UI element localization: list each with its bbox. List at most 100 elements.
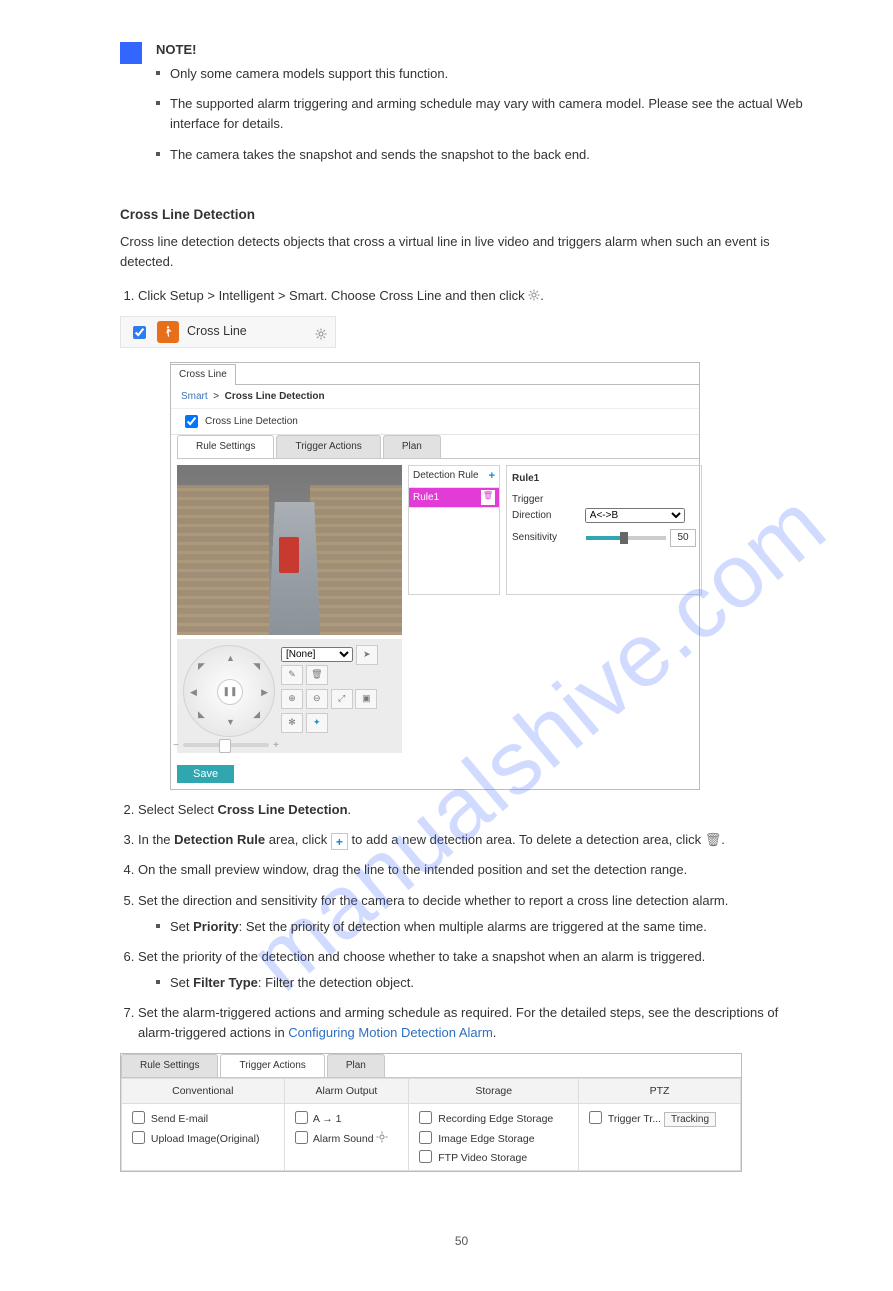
config-screenshot: manualshive.com Cross Line Smart > Cross… <box>170 362 700 790</box>
step-5: Set the direction and sensitivity for th… <box>138 891 803 937</box>
video-preview[interactable] <box>177 465 402 635</box>
step-2: Select Select Cross Line Detection. Sele… <box>138 800 803 820</box>
note-item: The camera takes the snapshot and sends … <box>156 145 803 165</box>
send-email-checkbox[interactable] <box>132 1111 145 1124</box>
delete-rule-icon[interactable]: 🗑 <box>481 490 495 506</box>
goto-preset-icon[interactable]: ➤ <box>356 645 378 665</box>
delete-preset-icon[interactable]: 🗑 <box>306 665 328 685</box>
add-icon: + <box>331 833 348 850</box>
ptz-up-icon[interactable]: ▲ <box>226 652 235 666</box>
preset-select[interactable]: [None] <box>281 647 353 662</box>
feature-enable-checkbox[interactable] <box>133 326 146 339</box>
upload-image-label: Upload Image(Original) <box>151 1133 260 1145</box>
step-3a-text: In the Detection Rule area, click <box>138 832 327 847</box>
rule-list-header: Detection Rule <box>413 468 479 485</box>
ptz-upleft-icon[interactable]: ◤ <box>198 660 205 674</box>
ptz-downright-icon[interactable]: ◢ <box>253 708 260 722</box>
trigger-actions-screenshot: Rule Settings Trigger Actions Plan Conve… <box>120 1053 742 1172</box>
note-item: The supported alarm triggering and armin… <box>156 94 803 134</box>
trigger-tracking-label: Trigger Tr... <box>608 1113 661 1125</box>
col-storage: Storage <box>409 1078 579 1103</box>
img-edge-checkbox[interactable] <box>419 1131 432 1144</box>
tab-trigger-actions[interactable]: Trigger Actions <box>276 435 380 458</box>
rule-settings: Rule1 Trigger Direction A<->B Sensitivit… <box>506 465 702 595</box>
step-1: Click Setup > Intelligent > Smart. Choos… <box>138 286 803 306</box>
note-list: Only some camera models support this fun… <box>156 64 803 165</box>
sensitivity-label: Sensitivity <box>512 530 582 546</box>
feature-strip: Cross Line <box>120 316 336 348</box>
step-3: In the Detection Rule area, click + to a… <box>138 830 803 851</box>
rule-item[interactable]: Rule1 🗑 <box>409 488 499 509</box>
upload-image-checkbox[interactable] <box>132 1131 145 1144</box>
enable-checkbox[interactable] <box>185 415 198 428</box>
alarm-a1-label: A → 1 <box>313 1113 342 1125</box>
step-list-continued: Select Select Cross Line Detection. Sele… <box>120 800 803 1044</box>
trigger-table: Conventional Alarm Output Storage PTZ Se… <box>121 1078 741 1171</box>
step-6b: Set Filter Type: Filter the detection ob… <box>156 973 803 993</box>
xref-link[interactable]: Configuring Motion Detection Alarm <box>288 1025 493 1040</box>
ptz-left-icon[interactable]: ◀ <box>190 686 197 700</box>
step-5a-text: Set the direction and sensitivity for th… <box>138 893 728 908</box>
ptz-dpad[interactable]: ▲ ▼ ◀ ▶ ◤ ◥ ◣ ◢ ❚❚ <box>183 645 275 737</box>
rec-edge-checkbox[interactable] <box>419 1111 432 1124</box>
alarm-sound-label: Alarm Sound <box>313 1133 374 1145</box>
config-tabs: Rule Settings Trigger Actions Plan <box>177 435 699 459</box>
alarm-a1-checkbox[interactable] <box>295 1111 308 1124</box>
page-number: 50 <box>120 1232 803 1251</box>
trigger-dir-select[interactable]: A<->B <box>585 508 685 523</box>
feature-label: Cross Line <box>187 322 247 341</box>
breadcrumb-current: Cross Line Detection <box>225 391 325 402</box>
tracking-icon[interactable]: ✦ <box>306 713 328 733</box>
tab-rule-settings[interactable]: Rule Settings <box>121 1054 218 1077</box>
ptz-down-icon[interactable]: ▼ <box>226 716 235 730</box>
zoom-in-icon[interactable]: ⊕ <box>281 689 303 709</box>
fit-icon[interactable]: ⤢ <box>331 689 353 709</box>
tab-plan[interactable]: Plan <box>327 1054 385 1077</box>
rule-settings-title: Rule1 <box>512 471 696 487</box>
gear-icon[interactable] <box>376 1131 388 1143</box>
edit-preset-icon[interactable]: ✎ <box>281 665 303 685</box>
gear-icon <box>528 287 540 299</box>
trash-icon: 🗑 <box>705 832 722 847</box>
enable-label: Cross Line Detection <box>205 414 298 430</box>
ptz-downleft-icon[interactable]: ◣ <box>198 708 205 722</box>
col-alarm-output: Alarm Output <box>284 1078 409 1103</box>
save-button[interactable]: Save <box>177 765 234 783</box>
step-4: On the small preview window, drag the li… <box>138 860 803 880</box>
breadcrumb: Smart > Cross Line Detection <box>171 384 699 410</box>
note-item: Only some camera models support this fun… <box>156 64 803 84</box>
col-ptz: PTZ <box>579 1078 741 1103</box>
ptz-speed-slider[interactable]: − + <box>183 743 269 747</box>
col-conventional: Conventional <box>122 1078 285 1103</box>
ptz-controls: ▲ ▼ ◀ ▶ ◤ ◥ ◣ ◢ ❚❚ − <box>177 639 402 753</box>
sensitivity-slider[interactable] <box>586 536 666 540</box>
original-size-icon[interactable]: ▣ <box>355 689 377 709</box>
ptz-pause-icon[interactable]: ❚❚ <box>217 679 243 705</box>
window-tab[interactable]: Cross Line <box>170 364 236 385</box>
rule-list: Detection Rule + Rule1 🗑 <box>408 465 500 595</box>
tab-plan[interactable]: Plan <box>383 435 441 458</box>
step-6a-text: Set the priority of the detection and ch… <box>138 949 705 964</box>
send-email-label: Send E-mail <box>151 1113 208 1125</box>
tab-trigger-actions[interactable]: Trigger Actions <box>220 1054 324 1077</box>
section-description: Cross line detection detects objects tha… <box>120 232 803 272</box>
sensitivity-value: 50 <box>670 529 696 547</box>
ptz-right-icon[interactable]: ▶ <box>261 686 268 700</box>
ftp-video-label: FTP Video Storage <box>438 1152 527 1164</box>
tracking-button[interactable]: Tracking <box>664 1112 716 1127</box>
ptz-upright-icon[interactable]: ◥ <box>253 660 260 674</box>
note-block: NOTE! Only some camera models support th… <box>120 40 803 175</box>
snapshot-icon[interactable]: ✻ <box>281 713 303 733</box>
alarm-sound-checkbox[interactable] <box>295 1131 308 1144</box>
gear-icon[interactable] <box>315 326 327 338</box>
add-rule-icon[interactable]: + <box>489 468 495 485</box>
trigger-dir-label: Trigger Direction <box>512 492 582 523</box>
tab-rule-settings[interactable]: Rule Settings <box>177 435 274 458</box>
trigger-tracking-checkbox[interactable] <box>589 1111 602 1124</box>
zoom-out-icon[interactable]: ⊖ <box>306 689 328 709</box>
step-list: Click Setup > Intelligent > Smart. Choos… <box>120 286 803 306</box>
ftp-video-checkbox[interactable] <box>419 1150 432 1163</box>
step-6: Set the priority of the detection and ch… <box>138 947 803 993</box>
note-icon <box>120 42 142 64</box>
breadcrumb-smart[interactable]: Smart <box>181 391 208 402</box>
